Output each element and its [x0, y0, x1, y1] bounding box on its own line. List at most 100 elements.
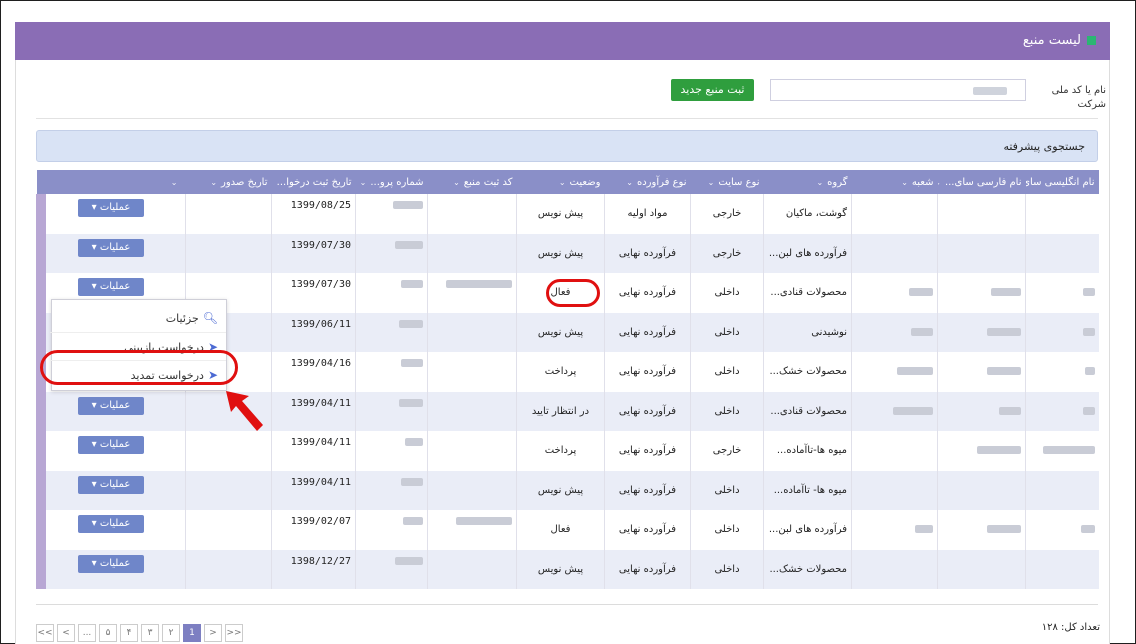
operations-label: عملیات	[99, 281, 131, 292]
blurred-value	[1042, 446, 1095, 455]
operations-label: عملیات	[99, 518, 131, 529]
cell-request-date: 1399/08/25	[271, 194, 356, 234]
blurred-value	[991, 288, 1021, 297]
cell-license-number	[355, 273, 428, 313]
operations-label: عملیات	[99, 478, 131, 490]
cell-status: پیش نویس	[516, 312, 605, 352]
title-square-icon	[1087, 36, 1096, 45]
operations-label: عملیات	[99, 557, 131, 569]
table-row[interactable]: میوه ها-تاآماده... خارجی فرآورده نهایی پردا…	[36, 431, 1099, 471]
operations-button[interactable]: عملیات ▾	[78, 199, 144, 217]
page-button[interactable]: 1	[183, 624, 201, 642]
blurred-value	[1080, 525, 1095, 534]
cell-branch	[851, 391, 938, 431]
table-row[interactable]: محصولات خشک... داخلی فرآورده نهایی پیش نویس…	[36, 549, 1099, 589]
operations-button[interactable]: عملیات ▾	[78, 554, 144, 573]
chevron-down-icon: ⌄	[272, 178, 273, 187]
column-header[interactable]: گروه⌄	[763, 170, 852, 194]
chevron-down-icon: ⌄	[626, 177, 633, 187]
page-button[interactable]: <<	[36, 624, 54, 642]
cell-operations: عملیات ▾	[36, 391, 186, 431]
operations-button[interactable]: عملیات ▾	[78, 238, 144, 257]
cell-branch	[851, 470, 938, 510]
column-header-label: گروه	[827, 176, 848, 188]
company-search-input[interactable]	[770, 79, 1026, 101]
cell-english-name	[1025, 352, 1099, 392]
operations-button[interactable]: عملیات ▾	[78, 396, 144, 415]
column-header[interactable]: شماره پرو...⌄	[355, 170, 428, 194]
table-row[interactable]: گوشت، ماکیان خارجی مواد اولیه پیش نویس 1399/…	[36, 194, 1099, 234]
column-header[interactable]: نام فارسی سای...⌄	[937, 170, 1026, 194]
operations-button[interactable]: عملیات ▾	[78, 436, 144, 454]
advanced-search-label: جستجوی پیشرفته	[1003, 140, 1085, 153]
cell-branch	[851, 194, 938, 234]
cell-site-type: داخلی	[690, 273, 764, 313]
blurred-value	[999, 406, 1021, 415]
cell-product-type: فرآورده نهایی	[604, 549, 691, 589]
cell-request-date: 1399/04/11	[271, 391, 356, 431]
cell-english-name	[1025, 194, 1099, 234]
operations-label: عملیات	[99, 439, 131, 450]
column-header-label: تاریخ صدور	[221, 176, 268, 188]
footer-divider	[36, 604, 1098, 605]
caret-down-icon: ▾	[91, 557, 100, 569]
cell-group: فرآورده های لبن...	[763, 510, 852, 550]
operations-button[interactable]: عملیات ▾	[78, 278, 144, 296]
cell-status: فعال	[516, 510, 605, 550]
caret-down-icon: ▾	[91, 399, 100, 411]
column-header[interactable]: شعبه⌄	[851, 170, 938, 194]
column-header[interactable]: نوع سایت⌄	[690, 170, 764, 194]
column-header[interactable]: وضعیت⌄	[516, 170, 605, 194]
search-icon: 🔍︎	[202, 311, 218, 325]
cell-request-date: 1399/07/30	[271, 233, 356, 273]
cell-operations: عملیات ▾	[36, 431, 186, 471]
cell-issue-date	[185, 194, 272, 234]
details-label: جزئیات	[165, 312, 199, 325]
cell-english-name	[1025, 273, 1099, 313]
cell-group: میوه ها- تاآماده...	[763, 470, 852, 510]
blurred-value	[897, 367, 933, 376]
cell-group: محصولات خشک...	[763, 549, 852, 589]
page-button[interactable]: ...	[78, 624, 96, 642]
operations-button[interactable]: عملیات ▾	[78, 475, 144, 494]
operations-label: عملیات	[99, 202, 131, 213]
page-button[interactable]: ۴	[120, 624, 138, 642]
column-header[interactable]: تاریخ ثبت درخوا...⌄	[271, 170, 356, 194]
column-header[interactable]: نام انگلیسی سای...	[1025, 170, 1099, 194]
add-source-button[interactable]: ثبت منبع جدید	[671, 79, 754, 101]
column-header-label: نام فارسی سای...	[944, 176, 1022, 188]
column-header-label: نوع سایت	[718, 176, 760, 188]
cell-registration-code	[427, 470, 517, 510]
column-header[interactable]: ⌄	[36, 170, 186, 194]
cell-request-date: 1399/07/30	[271, 273, 356, 313]
cell-persian-name	[937, 352, 1026, 392]
blurred-value	[1082, 406, 1095, 415]
cell-license-number	[355, 470, 428, 510]
blurred-value	[395, 556, 423, 565]
chevron-down-icon: ⌄	[901, 177, 908, 187]
cell-issue-date	[185, 233, 272, 273]
cell-request-date: 1399/02/07	[271, 510, 356, 550]
blurred-value	[915, 525, 933, 534]
table-row[interactable]: فرآورده های لبن... خارجی فرآورده نهایی پیش …	[36, 233, 1099, 273]
advanced-search-toggle[interactable]: جستجوی پیشرفته	[36, 130, 1098, 162]
operations-button[interactable]: عملیات ▾	[78, 515, 144, 533]
table-row[interactable]: میوه ها- تاآماده... داخلی فرآورده نهایی پیش…	[36, 470, 1099, 510]
details-menu-item[interactable]: 🔍︎جزئیات	[50, 304, 226, 332]
column-header[interactable]: تاریخ صدور ⌄	[185, 170, 272, 194]
column-header[interactable]: نوع فرآورده⌄	[604, 170, 691, 194]
page-button[interactable]: ۳	[141, 624, 159, 642]
page-button[interactable]: >	[204, 624, 222, 642]
page-button[interactable]: <	[57, 624, 75, 642]
cell-issue-date	[185, 549, 272, 589]
cell-english-name	[1025, 510, 1099, 550]
cell-product-type: فرآورده نهایی	[604, 470, 691, 510]
table-row[interactable]: محصولات قنادی... داخلی فرآورده نهایی در انت…	[36, 391, 1099, 431]
column-header-label: نوع فرآورده	[636, 176, 687, 188]
page-button[interactable]: ۵	[99, 624, 117, 642]
column-header[interactable]: کد ثبت منبع⌄	[427, 170, 517, 194]
page-button[interactable]: >>	[225, 624, 243, 642]
cell-branch	[851, 352, 938, 392]
page-button[interactable]: ۲	[162, 624, 180, 642]
table-row[interactable]: فرآورده های لبن... داخلی فرآورده نهایی فعال…	[36, 510, 1099, 550]
